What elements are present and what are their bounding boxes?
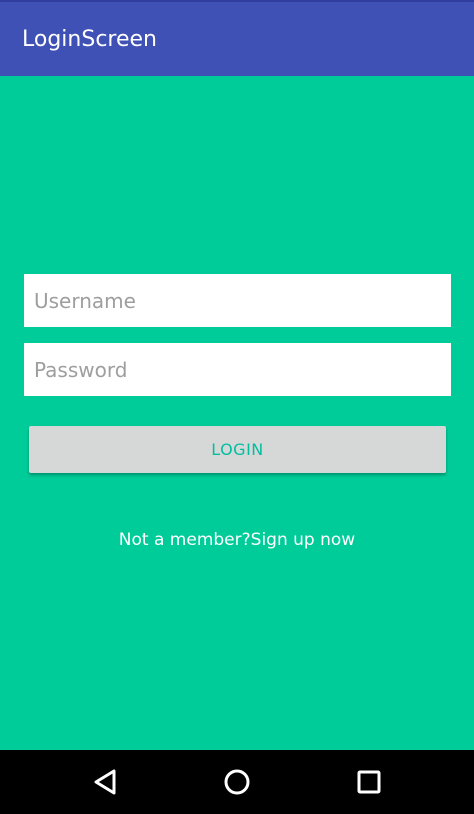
home-button[interactable] bbox=[219, 764, 255, 800]
navigation-bar bbox=[0, 750, 474, 814]
username-input[interactable] bbox=[24, 274, 451, 327]
status-bar-strip bbox=[0, 0, 474, 2]
app-title: LoginScreen bbox=[22, 27, 157, 52]
back-button[interactable] bbox=[88, 764, 124, 800]
recents-icon bbox=[357, 770, 381, 794]
login-screen: LoginScreen LOGIN Not a member?Sign up n… bbox=[0, 0, 474, 814]
recents-button[interactable] bbox=[351, 764, 387, 800]
login-form-area: LOGIN Not a member?Sign up now bbox=[0, 76, 474, 750]
app-bar: LoginScreen bbox=[0, 0, 474, 76]
back-icon bbox=[94, 769, 116, 795]
home-icon bbox=[224, 769, 250, 795]
signup-link[interactable]: Not a member?Sign up now bbox=[0, 528, 474, 552]
password-input[interactable] bbox=[24, 343, 451, 396]
login-button[interactable]: LOGIN bbox=[29, 426, 446, 473]
